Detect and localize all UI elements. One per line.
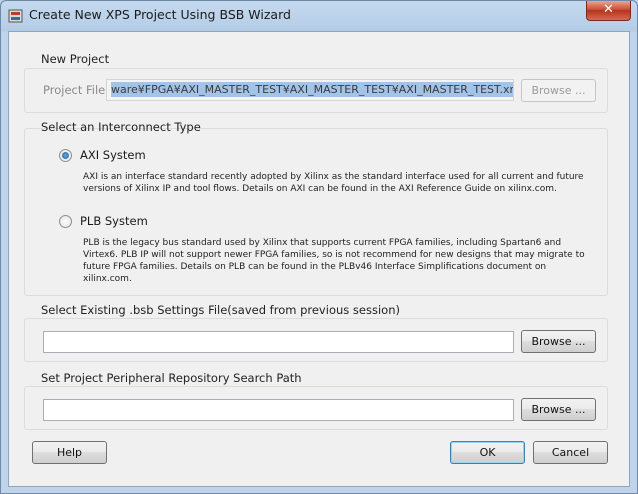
axi-system-label[interactable]: AXI System: [80, 148, 146, 162]
plb-system-label[interactable]: PLB System: [80, 214, 148, 228]
wizard-window: Create New XPS Project Using BSB Wizard …: [0, 0, 638, 494]
axi-system-radio[interactable]: [59, 149, 72, 162]
project-file-value: ware¥FPGA¥AXI_MASTER_TEST¥AXI_MASTER_TES…: [111, 82, 513, 97]
bsb-settings-group-title: Select Existing .bsb Settings File(saved…: [41, 303, 400, 317]
axi-description: AXI is an interface standard recently ad…: [83, 172, 584, 194]
project-file-field[interactable]: ware¥FPGA¥AXI_MASTER_TEST¥AXI_MASTER_TES…: [106, 79, 514, 101]
help-button[interactable]: Help: [32, 441, 107, 464]
new-project-group-title: New Project: [41, 52, 110, 66]
window-title: Create New XPS Project Using BSB Wizard: [29, 7, 291, 22]
repository-browse-button[interactable]: Browse ...: [521, 398, 596, 421]
bsb-settings-file-input[interactable]: [43, 331, 514, 353]
cancel-button[interactable]: Cancel: [533, 441, 608, 464]
project-file-browse-button[interactable]: Browse ...: [521, 79, 596, 102]
interconnect-group-title: Select an Interconnect Type: [41, 120, 201, 134]
project-file-label: Project File: [43, 83, 106, 97]
xps-app-icon: [8, 8, 24, 24]
repository-path-input[interactable]: [43, 399, 514, 421]
repository-group-title: Set Project Peripheral Repository Search…: [41, 371, 302, 385]
close-button[interactable]: ✕: [586, 1, 631, 21]
bsb-settings-browse-button[interactable]: Browse ...: [521, 330, 596, 353]
plb-system-radio[interactable]: [59, 215, 72, 228]
ok-button[interactable]: OK: [450, 441, 525, 464]
close-icon: ✕: [603, 2, 614, 17]
title-bar[interactable]: Create New XPS Project Using BSB Wizard …: [1, 1, 637, 31]
plb-description: PLB is the legacy bus standard used by X…: [83, 238, 585, 284]
